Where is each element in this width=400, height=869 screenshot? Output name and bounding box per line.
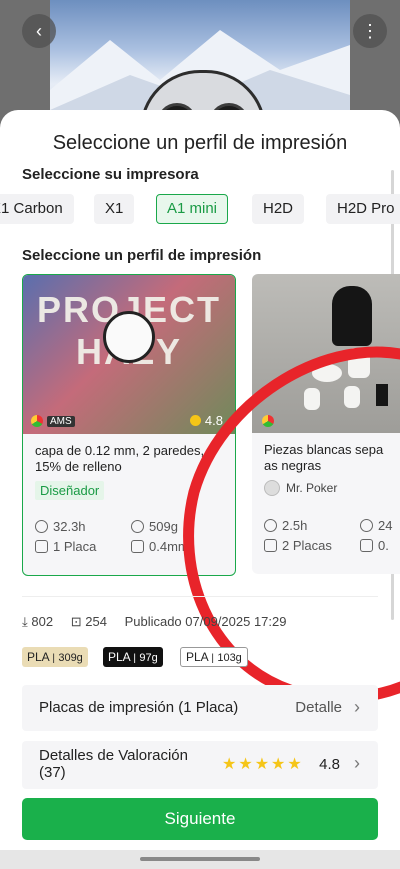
- profile-description: Piezas blancas sepa as negras: [264, 442, 400, 474]
- nozzle-icon: [131, 540, 144, 553]
- author-name: Mr. Poker: [286, 481, 338, 495]
- black-part: [376, 384, 388, 406]
- star-icon: ★: [222, 756, 237, 773]
- filament-weight: 97g: [139, 652, 158, 664]
- printer-section-title: Seleccione su impresora: [22, 166, 199, 183]
- download-count: 802: [31, 614, 54, 629]
- filament-weight: 24: [378, 518, 393, 533]
- printer-chip-h2d-pro[interactable]: H2D Pro: [326, 194, 400, 224]
- rating-score: 4.8: [319, 756, 340, 773]
- plate-icon: [35, 540, 48, 553]
- plates-detail-link[interactable]: Detalle: [295, 699, 342, 716]
- next-button[interactable]: Siguiente: [22, 798, 378, 840]
- vertical-dots-icon: ⋮: [361, 20, 379, 41]
- ams-badge: AMS: [47, 415, 75, 427]
- star-icon: ★: [271, 756, 286, 773]
- plates-label: Placas de impresión (1 Placa): [39, 699, 239, 716]
- star-icon: ★: [238, 756, 253, 773]
- divider: [22, 596, 378, 597]
- white-part: [348, 348, 370, 378]
- rating-row[interactable]: Detalles de Valoración (37) ★ ★ ★ ★ ★ 4.…: [22, 741, 378, 789]
- model-meta: ⤓ 802 ⊡ 254 Publicado 07/09/2025 17:29: [22, 614, 286, 630]
- nozzle-size: 0.4mm: [149, 539, 189, 554]
- chevron-right-icon: ›: [354, 753, 360, 773]
- printer-chip-a1-mini[interactable]: A1 mini: [156, 194, 229, 224]
- printer-chip-h2d[interactable]: H2D: [252, 194, 305, 224]
- white-part: [304, 388, 320, 410]
- more-options-button[interactable]: ⋮: [353, 14, 387, 48]
- star-rating: ★ ★ ★ ★ ★: [222, 754, 302, 774]
- plates-row[interactable]: Placas de impresión (1 Placa) Detalle ›: [22, 685, 378, 731]
- rating-dot-icon: [189, 415, 201, 426]
- profile-card[interactable]: PROJECT HAZY AMS 4.8 capa de 0.12 mm, 2 …: [22, 274, 236, 576]
- filament-chip: PLA | 103g: [180, 647, 248, 667]
- print-profile-sheet: Seleccione un perfil de impresión Selecc…: [0, 110, 400, 869]
- filament-icon: [360, 519, 373, 532]
- chevron-left-icon: ‹: [36, 20, 42, 41]
- star-icon: ★: [254, 756, 270, 773]
- nozzle-size: 0.: [378, 538, 389, 553]
- filament-label: PLA: [27, 650, 50, 664]
- black-part: [332, 286, 372, 346]
- filament-chip: PLA | 97g: [103, 647, 163, 667]
- description-line: Piezas blancas sepa: [264, 442, 384, 457]
- plate-count: 2 Placas: [282, 538, 332, 553]
- filament-weight: 103g: [217, 652, 242, 664]
- filament-chip: PLA | 309g: [22, 647, 88, 667]
- filament-weight: 309g: [58, 652, 83, 664]
- profile-description: capa de 0.12 mm, 2 paredes, 15% de relle…: [35, 443, 205, 474]
- publish-date: Publicado 07/09/2025 17:29: [124, 614, 287, 629]
- home-indicator[interactable]: [140, 857, 260, 861]
- filament-label: PLA: [108, 650, 131, 664]
- card-rating: 4.8: [204, 413, 223, 428]
- filament-weight: 509g: [149, 519, 178, 534]
- plate-icon: [264, 539, 277, 552]
- chevron-right-icon: ›: [354, 697, 360, 717]
- back-button[interactable]: ‹: [22, 14, 56, 48]
- profile-card-image: [252, 274, 400, 433]
- profile-section-title: Seleccione un perfil de impresión: [22, 247, 262, 264]
- rating-count: (37): [39, 764, 66, 781]
- printer-chip-x1[interactable]: X1: [94, 194, 135, 224]
- sheet-title: Seleccione un perfil de impresión: [52, 132, 348, 154]
- clock-icon: [35, 520, 48, 533]
- print-count-icon: ⊡: [70, 614, 82, 629]
- designer-badge: Diseñador: [35, 481, 105, 500]
- star-icon: ★: [287, 756, 302, 773]
- avatar: [264, 480, 280, 496]
- color-dots-icon: [31, 415, 43, 427]
- print-count: 254: [85, 614, 107, 629]
- nozzle-icon: [360, 539, 373, 552]
- rating-label: Detalles de Valoración: [39, 747, 188, 764]
- white-part: [344, 386, 360, 408]
- description-line: as negras: [264, 458, 322, 473]
- print-time: 2.5h: [282, 518, 308, 533]
- plate-count: 1 Placa: [53, 539, 97, 554]
- profile-card-image: PROJECT HAZY AMS 4.8: [23, 275, 235, 434]
- color-dots-icon: [262, 415, 274, 427]
- filament-icon: [131, 520, 144, 533]
- download-icon: ⤓: [22, 614, 28, 629]
- clock-icon: [264, 519, 277, 532]
- printer-chip-x1-carbon[interactable]: X1 Carbon: [0, 194, 74, 224]
- filament-label: PLA: [186, 650, 209, 664]
- profile-card[interactable]: Piezas blancas sepa as negras Mr. Poker …: [252, 274, 400, 574]
- print-time: 32.3h: [53, 519, 86, 534]
- robot-figure: [103, 311, 155, 363]
- white-part: [312, 364, 342, 382]
